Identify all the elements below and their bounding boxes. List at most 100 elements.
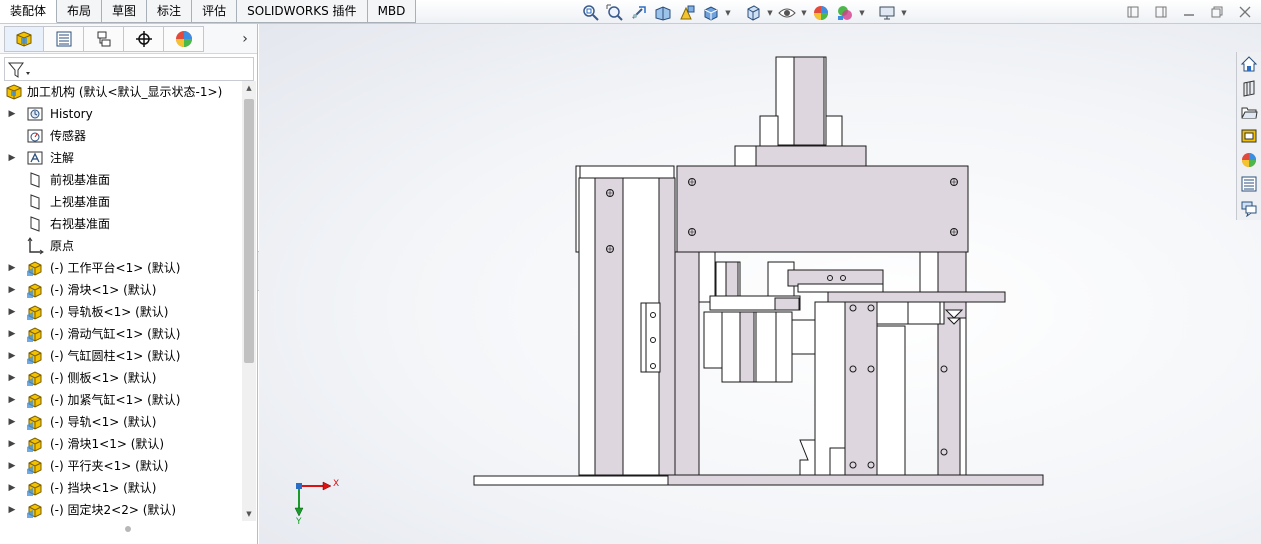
maximize-icon[interactable] [1209, 4, 1225, 20]
configurationmanager-tab[interactable] [84, 25, 124, 52]
plane-icon [26, 171, 44, 189]
expand-arrow-icon[interactable]: ▶ [7, 455, 17, 477]
tree-item[interactable]: ▶ (-) 导轨<1> (默认) [0, 411, 242, 433]
expand-arrow-icon[interactable]: ▶ [7, 367, 17, 389]
tree-item-label: 前视基准面 [50, 173, 111, 187]
sliding-cylinder-body [739, 311, 755, 383]
view-settings-icon[interactable] [876, 3, 898, 23]
view-palette-icon[interactable] [1237, 124, 1261, 148]
window-controls [1125, 4, 1253, 20]
tree-item[interactable]: ▶ (-) 平行夹<1> (默认) [0, 455, 242, 477]
dynamic-annotation-icon[interactable] [676, 3, 698, 23]
tree-item[interactable]: ▶ (-) 加紧气缸<1> (默认) [0, 389, 242, 411]
tree-item[interactable]: 前视基准面 [0, 169, 242, 191]
tree-item[interactable]: ▶ (-) 侧板<1> (默认) [0, 367, 242, 389]
command-tab[interactable]: MBD [367, 0, 417, 23]
expand-arrow-icon[interactable]: ▶ [7, 499, 17, 521]
tree-item[interactable]: ▶ (-) 气缸圆柱<1> (默认) [0, 345, 242, 367]
triad-y-label: Y [296, 517, 302, 527]
apply-scene-dropdown[interactable]: ▼ [858, 3, 866, 23]
tree-item[interactable]: ▶ (-) 工作平台<1> (默认) [0, 257, 242, 279]
propertymanager-tab[interactable] [44, 25, 84, 52]
previous-view-icon[interactable] [628, 3, 650, 23]
tree-item-label: (-) 加紧气缸<1> (默认) [50, 393, 181, 407]
command-tab[interactable]: 评估 [192, 0, 238, 23]
tabs-more-chevron-icon[interactable]: › [238, 29, 252, 49]
view-orientation-dropdown[interactable]: ▼ [724, 3, 732, 23]
graphics-area[interactable]: X Y [259, 24, 1261, 544]
display-style-icon[interactable] [742, 3, 764, 23]
command-tab[interactable]: SOLIDWORKS 插件 [237, 0, 368, 23]
minimize-icon[interactable] [1181, 4, 1197, 20]
filter-icon[interactable] [7, 60, 33, 80]
restore-down-right-icon[interactable] [1153, 4, 1169, 20]
expand-arrow-icon[interactable]: ▶ [7, 279, 17, 301]
expand-arrow-icon[interactable]: ▶ [7, 147, 17, 169]
expand-arrow-icon[interactable]: ▶ [7, 257, 17, 279]
displaymanager-tab[interactable] [164, 25, 204, 52]
scroll-down-arrow-icon[interactable]: ▼ [242, 507, 256, 521]
tree-horizontal-splitter[interactable] [0, 521, 256, 537]
expand-arrow-icon[interactable]: ▶ [7, 301, 17, 323]
forum-icon[interactable] [1237, 196, 1261, 220]
expand-arrow-icon[interactable]: ▶ [7, 411, 17, 433]
reference-triad: X Y [293, 478, 343, 528]
cylinder-head [755, 145, 867, 167]
tree-item[interactable]: 上视基准面 [0, 191, 242, 213]
tree-root-assembly[interactable]: 加工机构 (默认<默认_显示状态-1>) [0, 81, 242, 103]
command-tab[interactable]: 标注 [147, 0, 193, 23]
hide-show-items-dropdown[interactable]: ▼ [800, 3, 808, 23]
zoom-to-fit-icon[interactable] [580, 3, 602, 23]
tree-item[interactable]: 原点 [0, 235, 242, 257]
custom-properties-icon[interactable] [1237, 172, 1261, 196]
tree-item[interactable]: ▶ (-) 滑动气缸<1> (默认) [0, 323, 242, 345]
tree-item-label: (-) 滑块1<1> (默认) [50, 437, 165, 451]
appearances-icon[interactable] [1237, 148, 1261, 172]
scroll-thumb[interactable] [244, 99, 254, 363]
tree-item[interactable]: ▶ (-) 滑块1<1> (默认) [0, 433, 242, 455]
expand-arrow-icon[interactable]: ▶ [7, 389, 17, 411]
file-explorer-icon[interactable] [1237, 100, 1261, 124]
solidworks-resources-icon[interactable] [1237, 52, 1261, 76]
splitter-grip-icon [125, 526, 131, 532]
dimxpertmanager-tab[interactable] [124, 25, 164, 52]
tree-item[interactable]: 右视基准面 [0, 213, 242, 235]
hide-show-items-icon[interactable] [776, 3, 798, 23]
view-settings-dropdown[interactable]: ▼ [900, 3, 908, 23]
command-tab[interactable]: 装配体 [0, 0, 58, 23]
command-tab[interactable]: 布局 [57, 0, 103, 23]
view-orientation-icon[interactable] [700, 3, 722, 23]
tree-item[interactable]: ▶ (-) 固定块2<2> (默认) [0, 499, 242, 521]
close-icon[interactable] [1237, 4, 1253, 20]
tree-item[interactable]: 传感器 [0, 125, 242, 147]
edit-appearance-icon[interactable] [810, 3, 832, 23]
top-plate [676, 165, 969, 253]
featuremanager-tab[interactable] [4, 25, 44, 52]
expand-arrow-icon[interactable]: ▶ [7, 433, 17, 455]
expand-arrow-icon[interactable]: ▶ [7, 103, 17, 125]
tree-item[interactable]: ▶ (-) 滑块<1> (默认) [0, 279, 242, 301]
tree-item[interactable]: ▶ History [0, 103, 242, 125]
annotation-icon [26, 149, 44, 167]
tree-item[interactable]: ▶ 注解 [0, 147, 242, 169]
tree-vertical-scrollbar[interactable]: ▲ ▼ [242, 81, 256, 521]
display-style-dropdown[interactable]: ▼ [766, 3, 774, 23]
section-view-icon[interactable] [652, 3, 674, 23]
command-tab[interactable]: 草图 [102, 0, 148, 23]
zoom-to-area-icon[interactable] [604, 3, 626, 23]
tree-item-label: 注解 [50, 151, 75, 165]
base-plate-left [473, 475, 669, 486]
tree-item[interactable]: ▶ (-) 导轨板<1> (默认) [0, 301, 242, 323]
design-library-icon[interactable] [1237, 76, 1261, 100]
slide-rail [827, 291, 1006, 303]
left-side-plate [594, 177, 624, 476]
apply-scene-icon[interactable] [834, 3, 856, 23]
expand-arrow-icon[interactable]: ▶ [7, 477, 17, 499]
scroll-up-arrow-icon[interactable]: ▲ [242, 81, 256, 95]
tree-item-label: (-) 气缸圆柱<1> (默认) [50, 349, 181, 363]
tree-item[interactable]: ▶ (-) 挡块<1> (默认) [0, 477, 242, 499]
expand-arrow-icon[interactable]: ▶ [7, 323, 17, 345]
restore-down-left-icon[interactable] [1125, 4, 1141, 20]
left-inner-post [658, 177, 676, 476]
expand-arrow-icon[interactable]: ▶ [7, 345, 17, 367]
